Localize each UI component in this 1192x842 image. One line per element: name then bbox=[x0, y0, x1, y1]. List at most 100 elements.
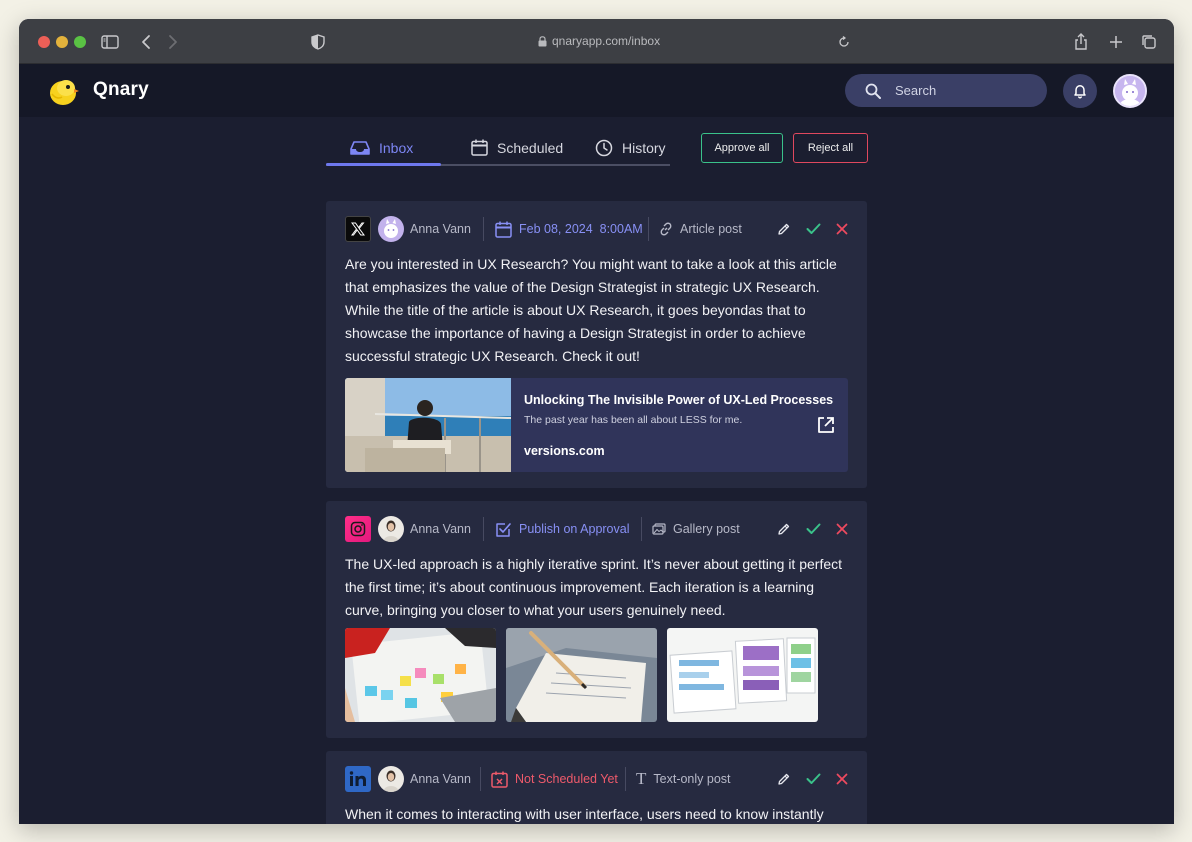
post-header: Anna Vann Feb 08, 2024 8:00AM Article po… bbox=[345, 215, 851, 243]
lock-icon bbox=[538, 35, 547, 46]
post-actions bbox=[775, 519, 851, 539]
gallery-image-icon bbox=[652, 522, 666, 535]
tab-scheduled[interactable]: Scheduled bbox=[471, 131, 563, 164]
back-icon[interactable] bbox=[138, 32, 154, 52]
close-window-button[interactable] bbox=[38, 36, 50, 48]
post-type-label: Article post bbox=[680, 222, 742, 236]
browser-toolbar: qnaryapp.com/inbox bbox=[19, 19, 1174, 64]
article-preview-image bbox=[345, 378, 511, 472]
post-type-label: Gallery post bbox=[673, 522, 740, 536]
post-header: Anna Vann Not Scheduled Yet T Text-only … bbox=[345, 765, 851, 793]
author-avatar bbox=[378, 516, 404, 542]
author-avatar bbox=[378, 216, 404, 242]
external-link-icon[interactable] bbox=[816, 415, 836, 435]
author-name: Anna Vann bbox=[410, 222, 471, 236]
brand-name: Qnary bbox=[93, 79, 149, 100]
address-bar[interactable]: qnaryapp.com/inbox bbox=[538, 33, 660, 49]
edit-pencil-icon[interactable] bbox=[775, 770, 793, 788]
author-name: Anna Vann bbox=[410, 772, 471, 786]
gallery-image[interactable] bbox=[506, 628, 657, 722]
forward-icon[interactable] bbox=[165, 32, 181, 52]
calendar-x-icon bbox=[491, 771, 508, 788]
browser-window: qnaryapp.com/inbox Qnary Search Inbox Sc… bbox=[19, 19, 1174, 824]
approval-checkbox-icon bbox=[496, 522, 511, 537]
clock-icon bbox=[595, 139, 613, 156]
zoom-window-button[interactable] bbox=[74, 36, 86, 48]
approve-check-icon[interactable] bbox=[804, 770, 822, 788]
schedule-status[interactable]: Publish on Approval bbox=[495, 515, 630, 543]
link-title: Unlocking The Invisible Power of UX-Led … bbox=[524, 393, 834, 407]
share-icon[interactable] bbox=[1072, 32, 1090, 52]
post-type: Article post bbox=[659, 215, 742, 243]
divider bbox=[648, 217, 649, 241]
tab-inbox[interactable]: Inbox bbox=[350, 131, 413, 164]
post-text: When it comes to interacting with user i… bbox=[345, 806, 824, 822]
edit-pencil-icon[interactable] bbox=[775, 520, 793, 538]
post-card: Anna Vann Feb 08, 2024 8:00AM Article po… bbox=[326, 201, 867, 488]
tab-history[interactable]: History bbox=[595, 131, 666, 164]
author-name: Anna Vann bbox=[410, 522, 471, 536]
search-box[interactable] bbox=[845, 74, 1047, 107]
new-tab-icon[interactable] bbox=[1107, 32, 1125, 52]
link-domain: versions.com bbox=[524, 444, 605, 458]
post-header: Anna Vann Publish on Approval Gallery po… bbox=[345, 515, 851, 543]
reject-close-icon[interactable] bbox=[833, 770, 851, 788]
instagram-icon bbox=[345, 516, 371, 542]
author-avatar bbox=[378, 766, 404, 792]
link-preview-card[interactable]: Unlocking The Invisible Power of UX-Led … bbox=[345, 378, 848, 472]
gallery-image[interactable] bbox=[667, 628, 818, 722]
post-actions bbox=[775, 219, 851, 239]
schedule-date[interactable]: Feb 08, 2024 8:00AM bbox=[495, 215, 643, 243]
post-text: The UX-led approach is a highly iterativ… bbox=[345, 556, 843, 618]
tab-label: Scheduled bbox=[497, 139, 564, 156]
privacy-shield-icon[interactable] bbox=[309, 32, 327, 52]
active-tab-indicator bbox=[326, 163, 441, 166]
schedule-label: Feb 08, 2024 8:00AM bbox=[519, 222, 643, 236]
inbox-tabs: Inbox Scheduled History bbox=[326, 131, 670, 166]
post-card: Anna Vann Not Scheduled Yet T Text-only … bbox=[326, 751, 867, 824]
gallery-image[interactable] bbox=[345, 628, 496, 722]
divider bbox=[483, 217, 484, 241]
app-header: Qnary bbox=[19, 64, 1174, 117]
reject-all-button[interactable]: Reject all bbox=[793, 133, 868, 163]
search-input[interactable] bbox=[895, 83, 1025, 98]
link-subtitle: The past year has been all about LESS fo… bbox=[524, 414, 743, 426]
approve-check-icon[interactable] bbox=[804, 220, 822, 238]
schedule-label: Publish on Approval bbox=[519, 522, 630, 536]
post-type-label: Text-only post bbox=[653, 772, 731, 786]
schedule-label: Not Scheduled Yet bbox=[515, 772, 618, 786]
inbox-main: Inbox Scheduled History Approve all Reje… bbox=[19, 117, 1174, 824]
divider bbox=[483, 517, 484, 541]
sidebar-toggle-icon[interactable] bbox=[100, 32, 120, 52]
reject-close-icon[interactable] bbox=[833, 220, 851, 238]
url-text: qnaryapp.com/inbox bbox=[552, 34, 661, 48]
post-actions bbox=[775, 769, 851, 789]
tab-label: History bbox=[622, 139, 666, 156]
inbox-tray-icon bbox=[350, 140, 370, 155]
schedule-status[interactable]: Not Scheduled Yet bbox=[491, 765, 618, 793]
tab-label: Inbox bbox=[379, 139, 414, 156]
text-type-icon: T bbox=[636, 769, 647, 788]
calendar-icon bbox=[471, 139, 488, 156]
search-icon bbox=[865, 83, 881, 99]
post-text: Are you interested in UX Research? You m… bbox=[345, 256, 837, 364]
reject-close-icon[interactable] bbox=[833, 520, 851, 538]
user-avatar[interactable] bbox=[1113, 74, 1147, 108]
reload-icon[interactable] bbox=[836, 32, 852, 52]
x-twitter-icon bbox=[345, 216, 371, 242]
edit-pencil-icon[interactable] bbox=[775, 220, 793, 238]
post-type: T Text-only post bbox=[636, 765, 731, 793]
tab-overview-icon[interactable] bbox=[1140, 32, 1158, 52]
post-card: Anna Vann Publish on Approval Gallery po… bbox=[326, 501, 867, 738]
divider bbox=[480, 767, 481, 791]
approve-check-icon[interactable] bbox=[804, 520, 822, 538]
linkedin-icon bbox=[345, 766, 371, 792]
qnary-chick-logo-icon[interactable] bbox=[47, 76, 79, 106]
divider bbox=[641, 517, 642, 541]
minimize-window-button[interactable] bbox=[56, 36, 68, 48]
calendar-icon bbox=[495, 221, 512, 238]
approve-all-button[interactable]: Approve all bbox=[701, 133, 783, 163]
bell-icon bbox=[1074, 85, 1086, 99]
notifications-button[interactable] bbox=[1063, 74, 1097, 108]
divider bbox=[625, 767, 626, 791]
